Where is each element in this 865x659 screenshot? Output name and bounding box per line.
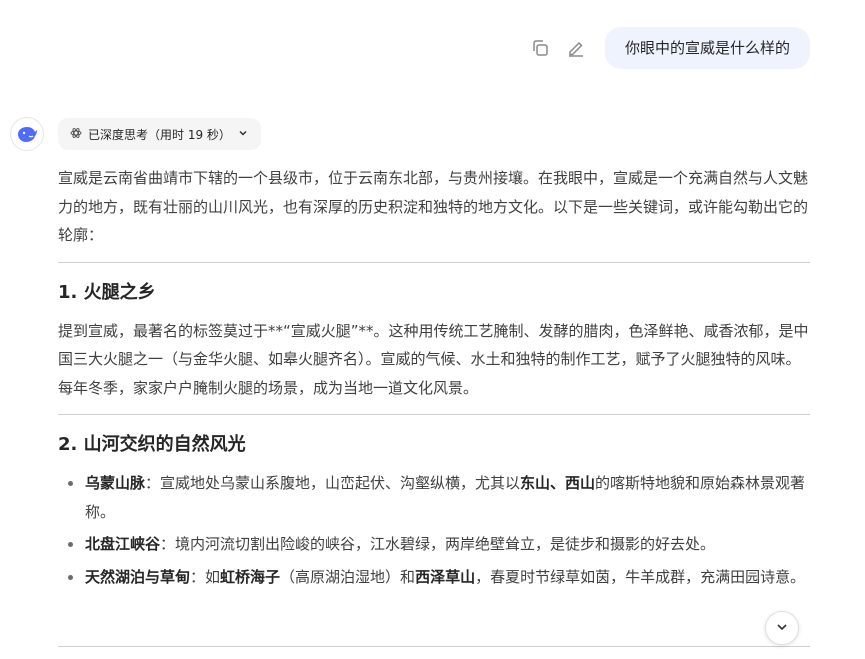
item-text: ：宣威地处乌蒙山系腹地，山峦起伏、沟壑纵横，尤其以 <box>145 474 521 492</box>
whale-logo-icon <box>10 117 44 151</box>
item-term: 乌蒙山脉 <box>85 474 146 492</box>
item-text: ，春夏时节绿草如茵，牛羊成群，充满田园诗意。 <box>475 567 806 586</box>
intro-paragraph: 宣威是云南省曲靖市下辖的一个县级市，位于云南东北部，与贵州接壤。在我眼中，宣威是… <box>58 169 809 244</box>
item-term: 西泽草山 <box>415 567 476 586</box>
deep-think-label: 已深度思考（用时 19 秒） <box>88 127 231 142</box>
item-term: 虹桥海子 <box>220 567 281 586</box>
item-term: 天然湖泊与草甸 <box>85 567 191 586</box>
section-2-title: 2. 山河交织的自然风光 <box>58 434 246 455</box>
item-term: 东山、西山 <box>520 474 596 492</box>
list-item: 北盘江峡谷：境内河流切割出险峻的峡谷，江水碧绿，两岸绝壁耸立，是徒步和摄影的好去… <box>58 530 810 559</box>
pencil-icon[interactable] <box>565 37 587 59</box>
chevron-down-icon <box>775 619 789 638</box>
section-1-title: 1. 火腿之乡 <box>58 281 156 303</box>
message-actions <box>529 37 587 59</box>
atom-icon <box>70 127 82 142</box>
user-message-row: 你眼中的宣威是什么样的 <box>529 27 810 69</box>
item-term: 北盘江峡谷 <box>85 535 161 553</box>
section-1-body: 提到宣威，最著名的标签莫过于**“宣威火腿”**。这种用传统工艺腌制、发酵的腊肉… <box>58 321 809 397</box>
section-2-list: 乌蒙山脉：宣威地处乌蒙山系腹地，山峦起伏、沟壑纵横，尤其以东山、西山的喀斯特地貌… <box>58 469 810 591</box>
list-item: 天然湖泊与草甸：如虹桥海子（高原湖泊湿地）和西泽草山，春夏时节绿草如茵，牛羊成群… <box>58 563 810 592</box>
item-text: （高原湖泊湿地）和 <box>280 567 416 586</box>
divider <box>58 646 810 647</box>
copy-icon[interactable] <box>529 37 551 59</box>
chevron-down-icon <box>237 127 249 142</box>
assistant-response: 宣威是云南省曲靖市下辖的一个县级市，位于云南东北部，与贵州接壤。在我眼中，宣威是… <box>58 164 810 595</box>
item-text: ：境内河流切割出险峻的峡谷，江水碧绿，两岸绝壁耸立，是徒步和摄影的好去处。 <box>160 535 716 553</box>
item-text: ：如 <box>190 567 221 586</box>
scroll-to-bottom-button[interactable] <box>765 611 799 645</box>
divider <box>58 414 810 415</box>
deep-think-toggle[interactable]: 已深度思考（用时 19 秒） <box>58 118 261 150</box>
list-item: 乌蒙山脉：宣威地处乌蒙山系腹地，山峦起伏、沟壑纵横，尤其以东山、西山的喀斯特地貌… <box>58 469 810 526</box>
divider <box>58 261 810 263</box>
user-message-bubble: 你眼中的宣威是什么样的 <box>604 27 810 69</box>
